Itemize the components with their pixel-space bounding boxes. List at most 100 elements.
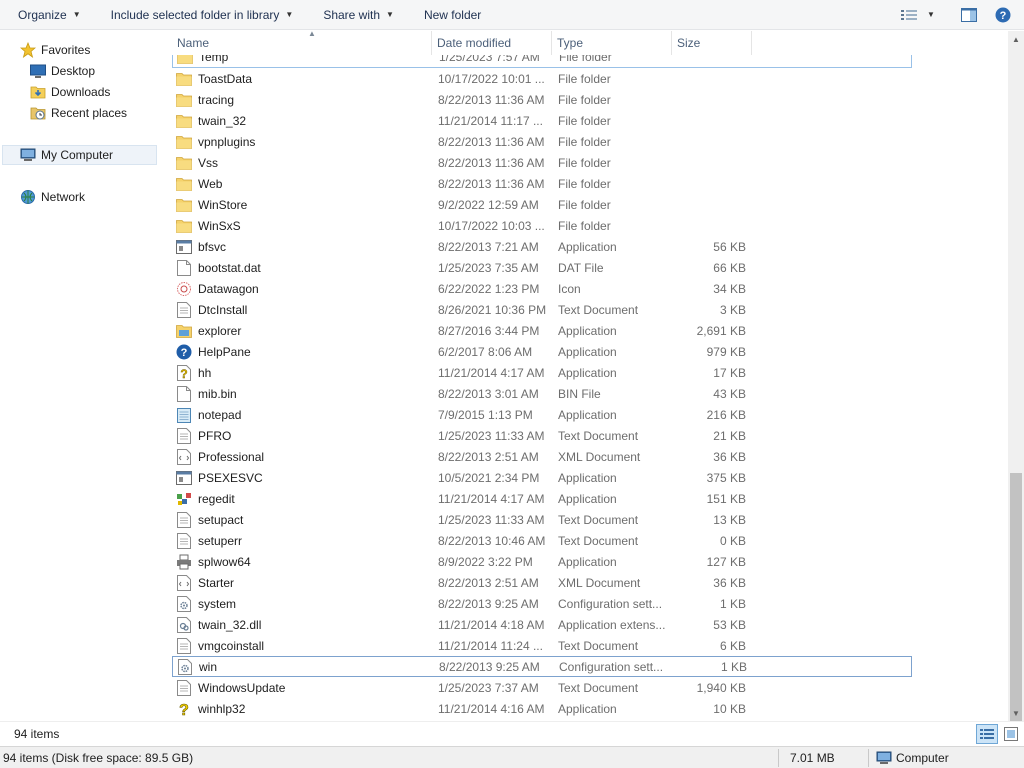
file-size: 1,940 KB — [696, 680, 746, 695]
file-name: PFRO — [198, 428, 232, 443]
file-type: Configuration sett... — [559, 659, 664, 674]
status-bar: 94 items (Disk free space: 89.5 GB) 7.01… — [0, 746, 1024, 768]
file-row[interactable]: setupact 1/25/2023 11:33 AM Text Document 1… — [172, 509, 912, 530]
file-row[interactable]: mib.bin 8/22/2013 3:01 AM BIN File 43 KB — [172, 383, 912, 404]
nav-network-label: Network — [41, 190, 86, 204]
file-row[interactable]: vmgcoinstall 11/21/2014 11:24 ... Text Doc… — [172, 635, 912, 656]
nav-my-computer-label: My Computer — [41, 148, 114, 162]
file-row[interactable]: twain_32.dll 11/21/2014 4:18 AM Applicatio… — [172, 614, 912, 635]
file-row[interactable]: ? hh 11/21/2014 4:17 AM Application 17 KB — [172, 362, 912, 383]
share-with-button[interactable]: Share with ▼ — [315, 4, 402, 26]
svg-text:?: ? — [179, 702, 189, 717]
help-icon: ? — [995, 7, 1011, 22]
datawagon-icon — [176, 281, 192, 297]
file-name-cell: Web — [172, 176, 432, 192]
nav-my-computer[interactable]: My Computer — [2, 145, 157, 165]
file-row[interactable]: DtcInstall 8/26/2021 10:36 PM Text Documen… — [172, 299, 912, 320]
file-name: vmgcoinstall — [198, 638, 265, 653]
file-name-cell: vpnplugins — [172, 134, 432, 150]
file-row[interactable]: ? HelpPane 6/2/2017 8:06 AM Application 979 … — [172, 341, 912, 362]
file-row[interactable]: regedit 11/21/2014 4:17 AM Application 151 … — [172, 488, 912, 509]
file-name: regedit — [198, 491, 235, 506]
file-date-modified: 11/21/2014 4:16 AM — [438, 701, 545, 716]
computer-icon — [876, 750, 892, 766]
file-size: 17 KB — [713, 365, 746, 380]
file-row[interactable]: Starter 8/22/2013 2:51 AM XML Document 36 K… — [172, 572, 912, 593]
file-row[interactable]: ToastData 10/17/2022 10:01 ... File folder — [172, 68, 912, 89]
file-row[interactable]: PSEXESVC 10/5/2021 2:34 PM Application 375 … — [172, 467, 912, 488]
nav-network[interactable]: Network — [20, 187, 176, 207]
new-folder-button[interactable]: New folder — [416, 4, 489, 26]
file-name: system — [198, 596, 237, 611]
file-size: 6 KB — [719, 638, 746, 653]
large-icons-view-icon — [1004, 727, 1018, 741]
file-date-modified: 9/2/2022 12:59 AM — [438, 197, 539, 212]
details-view-button[interactable] — [976, 724, 998, 744]
column-header-name[interactable]: Name — [172, 31, 432, 55]
file-name: WinSxS — [198, 218, 241, 233]
file-date-modified: 8/22/2013 2:51 AM — [438, 449, 539, 464]
file-name-cell: twain_32 — [172, 113, 432, 129]
file-size: 1 KB — [720, 659, 747, 674]
file-name-cell: vmgcoinstall — [172, 637, 432, 654]
file-row[interactable]: Datawagon 6/22/2022 1:23 PM Icon 34 KB — [172, 278, 912, 299]
large-icons-view-button[interactable] — [1000, 724, 1022, 744]
change-view-button[interactable] — [898, 5, 920, 25]
file-row[interactable]: win 8/22/2013 9:25 AM Configuration sett..… — [172, 656, 912, 677]
file-row[interactable]: bootstat.dat 1/25/2023 7:35 AM DAT File 66 … — [172, 257, 912, 278]
folder-icon — [176, 197, 192, 213]
file-row[interactable]: splwow64 8/9/2022 3:22 PM Application 127 K… — [172, 551, 912, 572]
file-type: Application — [558, 323, 617, 338]
file-row[interactable]: system 8/22/2013 9:25 AM Configuration set… — [172, 593, 912, 614]
preview-pane-button[interactable] — [958, 5, 980, 25]
file-row[interactable]: notepad 7/9/2015 1:13 PM Application 216 KB — [172, 404, 912, 425]
chevron-down-icon: ▼ — [927, 10, 935, 19]
file-row[interactable]: Professional 8/22/2013 2:51 AM XML Documen… — [172, 446, 912, 467]
file-row[interactable]: WindowsUpdate 1/25/2023 7:37 AM Text Docum… — [172, 677, 912, 698]
column-header-type[interactable]: Type — [552, 31, 672, 55]
column-header-date[interactable]: Date modified — [432, 31, 552, 55]
regedit-icon — [176, 491, 192, 507]
file-row[interactable]: PFRO 1/25/2023 11:33 AM Text Document 21 KB — [172, 425, 912, 446]
folder-icon — [176, 92, 192, 108]
vertical-scrollbar[interactable]: ▲ ▼ — [1008, 31, 1024, 723]
file-row[interactable]: WinSxS 10/17/2022 10:03 ... File folder — [172, 215, 912, 236]
text-document-icon — [176, 637, 192, 654]
column-header-size[interactable]: Size — [672, 31, 752, 55]
column-type-label: Type — [557, 36, 584, 50]
file-type: Application — [558, 470, 617, 485]
file-row[interactable]: explorer 8/27/2016 3:44 PM Application 2,69… — [172, 320, 912, 341]
file-date-modified: 8/22/2013 3:01 AM — [438, 386, 539, 401]
file-name: Web — [198, 176, 223, 191]
help-button[interactable]: ? — [992, 5, 1014, 25]
scroll-down-arrow-icon[interactable]: ▼ — [1008, 705, 1024, 721]
file-row[interactable]: twain_32 11/21/2014 11:17 ... File folder — [172, 110, 912, 131]
file-name: hh — [198, 365, 212, 380]
file-name: win — [199, 659, 218, 674]
file-row[interactable]: setuperr 8/22/2013 10:46 AM Text Document 0… — [172, 530, 912, 551]
file-row[interactable]: bfsvc 8/22/2013 7:21 AM Application 56 KB — [172, 236, 912, 257]
scrollbar-thumb[interactable] — [1010, 473, 1022, 723]
text-document-icon — [176, 301, 192, 318]
nav-favorites[interactable]: Favorites — [20, 40, 176, 60]
status-location: Computer — [896, 751, 949, 765]
file-date-modified: 11/21/2014 4:17 AM — [438, 491, 545, 506]
file-name-cell: regedit — [172, 491, 432, 507]
include-in-library-button[interactable]: Include selected folder in library ▼ — [103, 4, 302, 26]
file-name: DtcInstall — [198, 302, 248, 317]
file-row[interactable]: vpnplugins 8/22/2013 11:36 AM File folder — [172, 131, 912, 152]
blank-file-icon — [176, 259, 192, 276]
view-options-dropdown[interactable]: ▼ — [924, 5, 938, 25]
file-row[interactable]: tracing 8/22/2013 11:36 AM File folder — [172, 89, 912, 110]
printer-icon — [176, 554, 192, 570]
file-row[interactable]: Web 8/22/2013 11:36 AM File folder — [172, 173, 912, 194]
organize-button[interactable]: Organize ▼ — [10, 4, 89, 26]
file-size: 43 KB — [713, 386, 746, 401]
scroll-up-arrow-icon[interactable]: ▲ — [1008, 31, 1024, 47]
new-folder-label: New folder — [423, 7, 482, 22]
file-name-cell: WindowsUpdate — [172, 679, 432, 696]
file-row[interactable]: Vss 8/22/2013 11:36 AM File folder — [172, 152, 912, 173]
file-row[interactable]: ? winhlp32 11/21/2014 4:16 AM Application 10… — [172, 698, 912, 719]
file-row[interactable]: WinStore 9/2/2022 12:59 AM File folder — [172, 194, 912, 215]
chevron-down-icon: ▼ — [285, 10, 294, 19]
